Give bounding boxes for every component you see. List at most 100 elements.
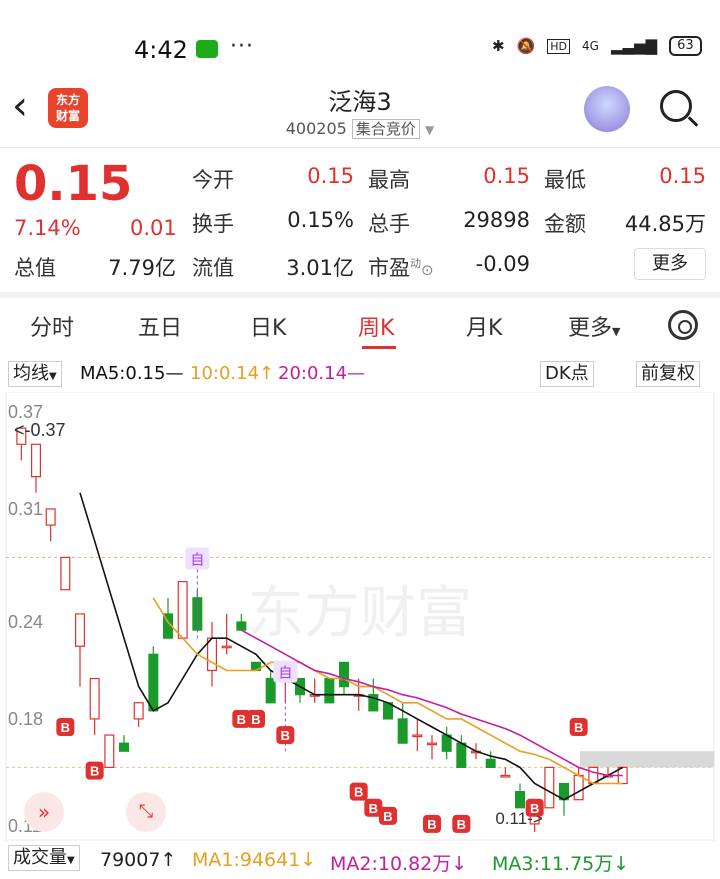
candle-body bbox=[31, 443, 42, 478]
ma5-label: MA5:0.15— bbox=[80, 363, 184, 384]
mktcap-value: 7.79亿 bbox=[108, 256, 176, 280]
more-notifications-icon: ··· bbox=[230, 34, 254, 59]
buy-marker-label: B bbox=[251, 712, 260, 727]
volume-ma3: MA3:11.75万↓ bbox=[492, 853, 630, 875]
change-amount: 0.01 bbox=[130, 216, 177, 240]
candle-body bbox=[104, 734, 115, 768]
tab-more[interactable]: 更多▼ bbox=[568, 310, 620, 342]
amount-label: 金额 bbox=[544, 212, 586, 236]
kline-chart[interactable]: 东方财富 0.370.310.240.180.11 <-0.370.11->自自… bbox=[0, 392, 720, 842]
bluetooth-icon: ✱ bbox=[492, 37, 505, 55]
open-label: 今开 bbox=[192, 168, 234, 192]
watermark: 东方财富 bbox=[248, 581, 472, 644]
change-percent: 7.14% bbox=[14, 216, 81, 240]
signal-icon: ▂▃▅▇ bbox=[610, 37, 658, 55]
candle-body bbox=[500, 774, 511, 778]
volume-value: 79007↑ bbox=[100, 849, 177, 871]
stock-code: 400205 bbox=[285, 119, 347, 138]
buy-marker-label: B bbox=[427, 817, 436, 832]
volume-label: 总手 bbox=[368, 212, 410, 236]
stock-header: ‹ 东方 财富 泛海3 400205 集合竞价 ▼ bbox=[0, 72, 720, 148]
candle-body bbox=[265, 677, 276, 704]
expand-icon[interactable]: » bbox=[24, 792, 64, 832]
assistant-robot-icon[interactable] bbox=[584, 86, 630, 132]
high-value: 0.15 bbox=[483, 164, 530, 188]
candle-body bbox=[324, 677, 335, 704]
candle-body bbox=[45, 508, 56, 526]
float-label: 流值 bbox=[192, 256, 234, 280]
volume-ma1: MA1:94641↓ bbox=[192, 849, 317, 871]
volume-value: 29898 bbox=[463, 208, 530, 232]
buy-marker-label: B bbox=[574, 720, 583, 735]
candle-body bbox=[573, 774, 584, 801]
quote-panel: 0.15 7.14% 0.01 今开 0.15 最高 0.15 最低 0.15 … bbox=[0, 148, 720, 290]
high-label: 最高 bbox=[368, 168, 410, 192]
candle-body bbox=[412, 734, 423, 738]
pe-superscript: 动 bbox=[410, 257, 421, 270]
candle-body bbox=[236, 621, 247, 631]
network-label: 4G bbox=[582, 39, 599, 53]
y-tick-label: 0.24 bbox=[8, 612, 43, 632]
info-icon[interactable]: ⊙ bbox=[421, 261, 434, 279]
tab-five-day[interactable]: 五日 bbox=[138, 310, 182, 342]
y-tick-label: 0.18 bbox=[8, 709, 43, 729]
hd-icon: HD bbox=[547, 38, 571, 54]
volume-select[interactable]: 成交量▼ bbox=[8, 845, 80, 871]
price-band bbox=[580, 751, 714, 768]
pe-label: 市盈动⊙ bbox=[368, 256, 434, 280]
current-price: 0.15 bbox=[14, 156, 133, 212]
gear-icon[interactable] bbox=[668, 310, 698, 340]
buy-marker-label: B bbox=[61, 720, 70, 735]
period-tabs: 分时 五日 日K 周K 月K 更多▼ bbox=[0, 296, 720, 354]
candle-body bbox=[60, 556, 71, 591]
buy-marker-label: B bbox=[457, 817, 466, 832]
signal-marker-label: 自 bbox=[278, 665, 292, 681]
buy-marker-label: B bbox=[281, 728, 290, 743]
candle-body bbox=[427, 742, 438, 746]
auction-tag: 集合竞价 bbox=[351, 119, 420, 139]
tab-weekly-k[interactable]: 周K bbox=[358, 310, 394, 342]
caret-down-icon: ▼ bbox=[612, 325, 621, 338]
y-tick-label: 0.37 bbox=[8, 402, 43, 422]
candle-body bbox=[339, 661, 350, 688]
tab-daily-k[interactable]: 日K bbox=[250, 310, 286, 342]
mktcap-label: 总值 bbox=[14, 256, 56, 280]
candle-body bbox=[456, 742, 467, 768]
buy-marker-label: B bbox=[237, 712, 246, 727]
ma10-label: 10:0.14↑ bbox=[190, 363, 275, 384]
candle-body bbox=[148, 653, 159, 712]
candle-body bbox=[514, 791, 525, 809]
active-tab-indicator bbox=[362, 346, 396, 349]
float-value: 3.01亿 bbox=[286, 256, 354, 280]
volume-ma2: MA2:10.82万↓ bbox=[330, 853, 468, 875]
buy-marker-label: B bbox=[354, 785, 363, 800]
buy-marker-label: B bbox=[90, 764, 99, 779]
ma-legend-bar: 均线▼ MA5:0.15— 10:0.14↑ 20:0.14— DK点 前复权 bbox=[0, 357, 720, 389]
adjust-select[interactable]: 前复权 bbox=[636, 361, 700, 387]
clock: 4:42 bbox=[134, 36, 188, 64]
dk-point-select[interactable]: DK点 bbox=[540, 361, 594, 387]
candle-body bbox=[89, 677, 100, 720]
turnover-value: 0.15% bbox=[287, 208, 354, 232]
fullscreen-icon[interactable]: ⤡ bbox=[126, 792, 166, 832]
ma20-label: 20:0.14— bbox=[278, 363, 366, 384]
search-icon[interactable] bbox=[660, 90, 692, 122]
more-button[interactable]: 更多 bbox=[634, 248, 706, 280]
open-value: 0.15 bbox=[307, 164, 354, 188]
candle-body bbox=[133, 702, 144, 720]
battery-icon: 63 bbox=[669, 36, 702, 56]
candle-body bbox=[177, 581, 188, 639]
volume-bar: 成交量▼ 79007↑ MA1:94641↓ MA2:10.82万↓ MA3:1… bbox=[0, 843, 720, 879]
y-tick-label: 0.31 bbox=[8, 499, 43, 519]
turnover-label: 换手 bbox=[192, 212, 234, 236]
status-icons: ✱ 🔕 HD 4G ▂▃▅▇ 63 bbox=[492, 36, 702, 56]
candle-body bbox=[74, 613, 85, 647]
indicator-select[interactable]: 均线▼ bbox=[8, 361, 62, 387]
tab-monthly-k[interactable]: 月K bbox=[466, 310, 502, 342]
candle-body bbox=[544, 766, 555, 809]
mute-icon: 🔕 bbox=[516, 37, 536, 55]
tab-intraday[interactable]: 分时 bbox=[30, 310, 74, 342]
ma5-line bbox=[79, 492, 624, 801]
candle-body bbox=[485, 758, 496, 768]
candle-body bbox=[397, 718, 408, 744]
